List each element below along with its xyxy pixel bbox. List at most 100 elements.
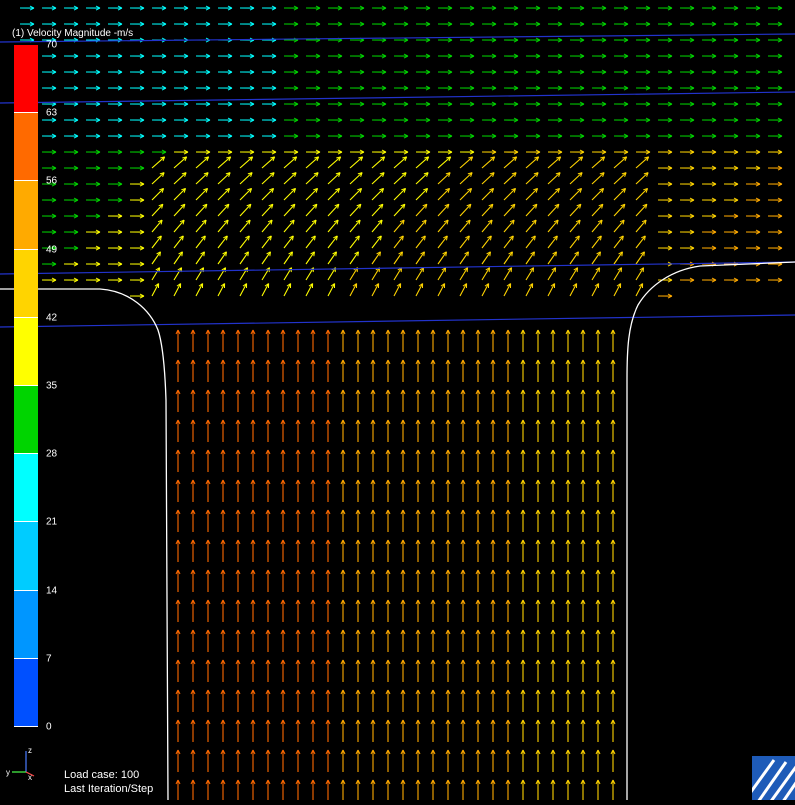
velocity-vector <box>152 204 163 216</box>
velocity-vector <box>262 204 273 216</box>
graphics-viewport[interactable] <box>0 0 795 800</box>
velocity-vector <box>504 220 514 232</box>
velocity-vector <box>592 220 602 232</box>
velocity-vector <box>240 157 253 168</box>
velocity-vector <box>394 204 405 216</box>
velocity-vector <box>482 252 490 264</box>
legend-tick-label: 63 <box>46 108 57 119</box>
velocity-vector <box>328 173 340 184</box>
velocity-vector <box>482 173 494 184</box>
velocity-vector <box>262 236 271 248</box>
velocity-vector <box>570 188 582 200</box>
velocity-vector <box>394 252 402 264</box>
velocity-vector <box>284 157 297 168</box>
velocity-vector <box>196 157 209 168</box>
velocity-vector <box>218 188 230 200</box>
axis-triad-icon[interactable]: z y x <box>6 745 36 780</box>
velocity-vector <box>240 252 248 264</box>
velocity-vector <box>636 188 648 200</box>
velocity-vector <box>306 173 318 184</box>
legend-tick-label: 35 <box>46 381 57 392</box>
velocity-vector <box>350 188 362 200</box>
velocity-vector <box>526 236 535 248</box>
velocity-vector <box>328 252 336 264</box>
velocity-vector <box>152 220 162 232</box>
velocity-vector <box>196 188 208 200</box>
velocity-vector <box>416 173 428 184</box>
velocity-vectors <box>20 6 782 800</box>
velocity-vector <box>218 157 231 168</box>
velocity-vector <box>372 220 382 232</box>
velocity-vector <box>460 220 470 232</box>
velocity-vector <box>636 236 645 248</box>
legend-tick-label: 42 <box>46 312 57 323</box>
velocity-vector <box>526 173 538 184</box>
velocity-vector <box>306 188 318 200</box>
velocity-vector <box>174 157 187 168</box>
velocity-vector <box>592 252 600 264</box>
legend-swatch <box>14 591 38 659</box>
velocity-vector <box>438 220 448 232</box>
velocity-vector <box>548 173 560 184</box>
velocity-vector <box>504 188 516 200</box>
load-case-info: Load case: 100 Last Iteration/Step <box>64 768 153 796</box>
velocity-vector <box>416 252 424 264</box>
legend-swatch <box>14 386 38 454</box>
velocity-vector-plot <box>0 0 795 800</box>
velocity-vector <box>196 173 208 184</box>
velocity-vector <box>526 157 539 168</box>
legend-swatch <box>14 454 38 522</box>
velocity-vector <box>548 204 559 216</box>
velocity-vector <box>526 188 538 200</box>
velocity-vector <box>636 252 644 264</box>
velocity-vector <box>152 236 161 248</box>
velocity-vector <box>240 188 252 200</box>
legend-tick-label: 56 <box>46 176 57 187</box>
velocity-vector <box>174 173 186 184</box>
velocity-vector <box>592 157 605 168</box>
velocity-vector <box>262 220 272 232</box>
velocity-vector <box>262 252 270 264</box>
velocity-vector <box>328 188 340 200</box>
velocity-vector <box>394 220 404 232</box>
velocity-vector <box>284 188 296 200</box>
velocity-vector <box>438 204 449 216</box>
velocity-vector <box>372 252 380 264</box>
velocity-vector <box>482 220 492 232</box>
velocity-vector <box>416 188 428 200</box>
velocity-vector <box>152 157 165 168</box>
geometry-outline <box>0 262 795 800</box>
velocity-vector <box>438 236 447 248</box>
velocity-vector <box>460 157 473 168</box>
legend-swatch <box>14 113 38 181</box>
velocity-vector <box>262 188 274 200</box>
velocity-vector <box>284 252 292 264</box>
velocity-vector <box>460 188 472 200</box>
velocity-vector <box>262 173 274 184</box>
velocity-vector <box>526 252 534 264</box>
velocity-vector <box>284 236 293 248</box>
velocity-vector <box>438 252 446 264</box>
velocity-vector <box>328 236 337 248</box>
velocity-vector <box>504 157 517 168</box>
section-line <box>0 92 795 103</box>
legend-tick-label: 28 <box>46 449 57 460</box>
velocity-vector <box>372 204 383 216</box>
velocity-vector <box>218 173 230 184</box>
triad-x-label: x <box>28 773 32 780</box>
velocity-vector <box>416 157 429 168</box>
velocity-vector <box>218 236 227 248</box>
velocity-vector <box>240 204 251 216</box>
velocity-vector <box>372 173 384 184</box>
velocity-vector <box>548 157 561 168</box>
velocity-vector <box>526 220 536 232</box>
velocity-vector <box>416 204 427 216</box>
velocity-vector <box>636 220 646 232</box>
velocity-vector <box>196 204 207 216</box>
velocity-vector <box>460 252 468 264</box>
velocity-vector <box>174 252 182 264</box>
triad-z-label: z <box>28 746 32 755</box>
velocity-vector <box>328 204 339 216</box>
velocity-vector <box>438 173 450 184</box>
iteration-label: Last Iteration/Step <box>64 782 153 796</box>
